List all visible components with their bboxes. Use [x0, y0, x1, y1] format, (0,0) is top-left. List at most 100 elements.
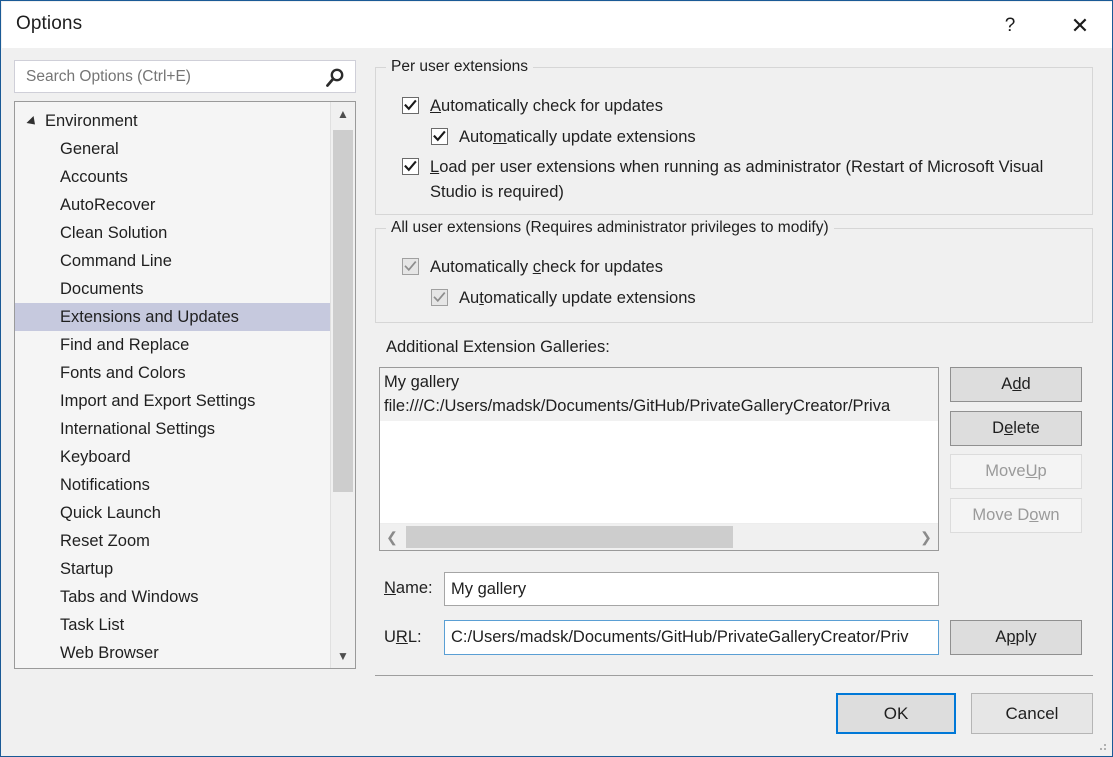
- chevron-down-icon[interactable]: ▼: [331, 644, 355, 668]
- gallery-item-list: My gallery file:///C:/Users/madsk/Documen…: [380, 368, 938, 421]
- tree-item[interactable]: Keyboard: [15, 443, 332, 471]
- chevron-right-icon[interactable]: ❯: [914, 524, 938, 550]
- tree-item[interactable]: Reset Zoom: [15, 527, 332, 555]
- close-icon: ✕: [1070, 12, 1090, 38]
- checkmark-icon: [433, 292, 446, 303]
- tree-item[interactable]: Startup: [15, 555, 332, 583]
- search-icon: [326, 68, 344, 87]
- tree-item-label: AutoRecover: [60, 196, 156, 214]
- checkbox-row[interactable]: Automatically check for updates: [402, 255, 663, 280]
- tree-item-label: Find and Replace: [60, 336, 190, 354]
- checkbox-row[interactable]: Automatically update extensions: [431, 125, 696, 150]
- checkbox-row[interactable]: Load per user extensions when running as…: [402, 155, 1060, 205]
- group-legend: All user extensions (Requires administra…: [386, 219, 834, 237]
- chevron-up-icon[interactable]: ▲: [331, 102, 355, 126]
- tree-item-label: International Settings: [60, 420, 216, 438]
- checkbox-row[interactable]: Automatically check for updates: [402, 94, 663, 119]
- horizontal-scrollbar[interactable]: ❮ ❯: [380, 523, 938, 550]
- checkbox[interactable]: [402, 97, 419, 114]
- checkmark-icon: [404, 160, 417, 172]
- tree-item[interactable]: Notifications: [15, 471, 332, 499]
- list-item-name: My gallery: [384, 373, 460, 391]
- expander-icon[interactable]: [26, 115, 39, 129]
- url-label: URL:: [384, 628, 422, 646]
- tree-item-label: Fonts and Colors: [60, 364, 186, 382]
- tree-item-label: General: [60, 140, 119, 158]
- tree-scrollbar[interactable]: ▲ ▼: [330, 102, 355, 668]
- search-box[interactable]: [14, 60, 356, 93]
- cancel-button[interactable]: Cancel: [971, 693, 1093, 734]
- scrollbar-thumb[interactable]: [333, 130, 353, 492]
- name-input[interactable]: [444, 572, 939, 606]
- page-title: Options: [16, 13, 83, 34]
- help-button[interactable]: ?: [987, 3, 1033, 48]
- tree-item-environment[interactable]: Environment: [15, 107, 332, 135]
- tree-item[interactable]: General: [15, 135, 332, 163]
- tree-item[interactable]: International Settings: [15, 415, 332, 443]
- tree-item[interactable]: Command Line: [15, 247, 332, 275]
- tree-item[interactable]: Import and Export Settings: [15, 387, 332, 415]
- galleries-label: Additional Extension Galleries:: [386, 338, 610, 356]
- tree-item[interactable]: Task List: [15, 611, 332, 639]
- tree-list: Environment General Accounts AutoRecover Cle…: [15, 102, 332, 667]
- tree-item[interactable]: Documents: [15, 275, 332, 303]
- per-user-extensions-group: Per user extensions Automatically check …: [375, 58, 1093, 215]
- checkmark-icon: [433, 130, 446, 142]
- checkbox-label: Load per user extensions when running as…: [430, 158, 1044, 201]
- tree-item[interactable]: Extensions and Updates: [15, 303, 332, 331]
- checkbox[interactable]: [402, 158, 419, 175]
- tree-item-label: Quick Launch: [60, 504, 161, 522]
- tree-item[interactable]: Web Browser: [15, 639, 332, 667]
- name-label: Name:: [384, 579, 433, 597]
- tree-item-label: Command Line: [60, 252, 172, 270]
- checkbox-label: Automatically update extensions: [459, 128, 696, 146]
- footer-separator: [375, 675, 1093, 676]
- tree-item-label: Documents: [60, 280, 144, 298]
- tree-item[interactable]: Fonts and Colors: [15, 359, 332, 387]
- list-item[interactable]: My gallery file:///C:/Users/madsk/Documen…: [380, 368, 938, 421]
- tree-item-label: Web Browser: [60, 644, 159, 662]
- checkbox-label: Automatically check for updates: [430, 258, 663, 276]
- question-mark-icon: ?: [1004, 15, 1016, 36]
- close-button[interactable]: ✕: [1057, 3, 1103, 48]
- url-input[interactable]: [444, 620, 939, 655]
- apply-button[interactable]: Ap ply: [950, 620, 1082, 655]
- checkbox[interactable]: [402, 258, 419, 275]
- tree-item[interactable]: Quick Launch: [15, 499, 332, 527]
- checkbox-label: Automatically update extensions: [459, 289, 696, 307]
- tree-item[interactable]: Clean Solution: [15, 219, 332, 247]
- tree-item-label: Environment: [45, 112, 138, 130]
- tree-item-label: Tabs and Windows: [60, 588, 199, 606]
- move-down-button[interactable]: Move Do wn: [950, 498, 1082, 533]
- group-legend: Per user extensions: [386, 58, 533, 76]
- tree-item[interactable]: Find and Replace: [15, 331, 332, 359]
- tree-item-label: Notifications: [60, 476, 150, 494]
- ok-button[interactable]: OK: [836, 693, 956, 734]
- checkmark-icon: [404, 99, 417, 111]
- chevron-left-icon[interactable]: ❮: [380, 524, 404, 550]
- checkbox[interactable]: [431, 289, 448, 306]
- tree-item-label: Accounts: [60, 168, 128, 186]
- resize-grip-icon[interactable]: [1096, 740, 1108, 752]
- checkmark-icon: [404, 261, 417, 272]
- tree-item[interactable]: AutoRecover: [15, 191, 332, 219]
- settings-tree[interactable]: Environment General Accounts AutoRecover Cle…: [14, 101, 356, 669]
- tree-item[interactable]: Tabs and Windows: [15, 583, 332, 611]
- delete-button[interactable]: De lete: [950, 411, 1082, 446]
- add-button[interactable]: Add: [950, 367, 1082, 402]
- tree-item-label: Reset Zoom: [60, 532, 150, 550]
- all-user-extensions-group: All user extensions (Requires administra…: [375, 219, 1093, 323]
- tree-item-label: Clean Solution: [60, 224, 168, 242]
- move-up-button[interactable]: Move Up: [950, 454, 1082, 489]
- checkbox-label: Automatically check for updates: [430, 97, 663, 115]
- title-bar: Options ? ✕: [2, 2, 1112, 48]
- tree-item-label: Keyboard: [60, 448, 131, 466]
- scrollbar-thumb[interactable]: [406, 526, 733, 548]
- tree-item-label: Import and Export Settings: [60, 392, 256, 410]
- checkbox[interactable]: [431, 128, 448, 145]
- tree-item[interactable]: Accounts: [15, 163, 332, 191]
- tree-item-label: Startup: [60, 560, 114, 578]
- galleries-listbox[interactable]: My gallery file:///C:/Users/madsk/Documen…: [379, 367, 939, 551]
- search-input[interactable]: [15, 61, 316, 92]
- checkbox-row[interactable]: Automatically update extensions: [431, 286, 696, 311]
